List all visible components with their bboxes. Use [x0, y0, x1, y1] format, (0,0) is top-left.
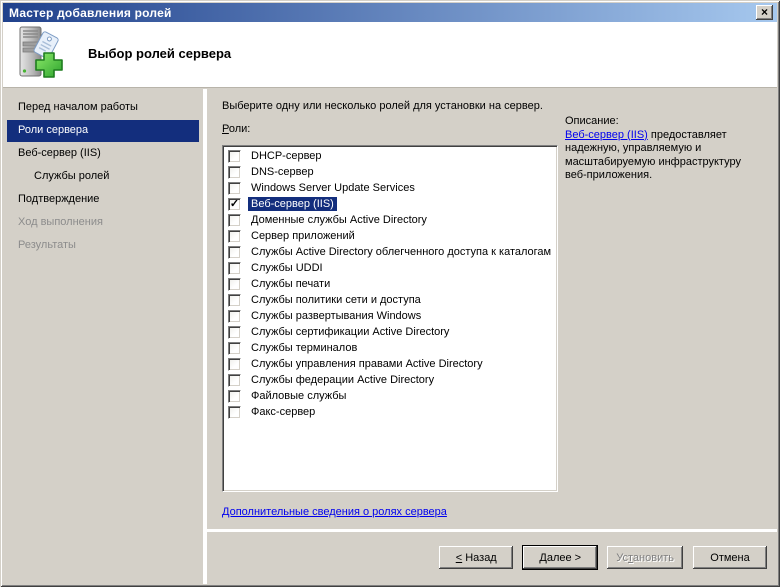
role-row[interactable]: Windows Server Update Services [223, 180, 557, 196]
vertical-divider [203, 89, 207, 584]
checkbox-unchecked[interactable] [228, 149, 241, 163]
sidebar-step: Ход выполнения [18, 216, 103, 228]
role-label: DNS-сервер [251, 166, 314, 178]
roles-listbox[interactable]: DHCP-сервер DNS-сервер Windows Server Upda… [222, 145, 558, 492]
add-roles-wizard-window: Мастер добавления ролей × Выбор ролей се… [0, 0, 780, 587]
checkbox-unchecked[interactable] [228, 261, 241, 275]
role-row[interactable]: Доменные службы Active Directory [223, 212, 557, 228]
checkbox-unchecked[interactable] [228, 165, 241, 179]
description-heading: Описание: [565, 115, 619, 127]
sidebar-step[interactable]: Перед началом работы [7, 97, 199, 119]
role-row[interactable]: Сервер приложений [223, 228, 557, 244]
buttons-divider [207, 529, 777, 532]
description-paragraph: Веб-сервер (IIS) предоставляет надежную,… [565, 129, 763, 183]
checkbox-unchecked[interactable] [228, 277, 241, 291]
role-row[interactable]: Службы федерации Active Directory [223, 372, 557, 388]
role-label: Доменные службы Active Directory [251, 214, 427, 226]
role-label: Веб-сервер (IIS) [248, 197, 337, 211]
checkbox-unchecked[interactable] [228, 293, 241, 307]
role-row[interactable]: Службы сертификации Active Directory [223, 324, 557, 340]
description-panel: Описание: Веб-сервер (IIS) предоставляет… [565, 115, 763, 183]
instruction-text: Выберите одну или несколько ролей для ус… [222, 100, 543, 112]
role-row[interactable]: Факс-сервер [223, 404, 557, 420]
checkbox-unchecked[interactable] [228, 181, 241, 195]
checkbox-unchecked[interactable] [228, 213, 241, 227]
role-label: Службы развертывания Windows [251, 310, 422, 322]
role-row[interactable]: Службы терминалов [223, 340, 557, 356]
checkbox-unchecked[interactable] [228, 357, 241, 371]
role-row[interactable]: Службы печати [223, 276, 557, 292]
role-row[interactable]: ✓ Веб-сервер (IIS) [223, 196, 557, 212]
sidebar-step: Результаты [18, 239, 76, 251]
cancel-button[interactable]: Отмена [693, 546, 767, 569]
role-label: Файловые службы [251, 390, 347, 402]
role-row[interactable]: DHCP-сервер [223, 148, 557, 164]
more-info-link[interactable]: Дополнительные сведения о ролях сервера [222, 506, 447, 518]
sidebar-step[interactable]: Подтверждение [7, 189, 199, 211]
role-label: Сервер приложений [251, 230, 355, 242]
roles-list-label: Роли: [222, 123, 251, 135]
role-row[interactable]: Файловые службы [223, 388, 557, 404]
role-row[interactable]: Службы управления правами Active Directo… [223, 356, 557, 372]
role-row[interactable]: Службы развертывания Windows [223, 308, 557, 324]
role-label: Службы сертификации Active Directory [251, 326, 450, 338]
install-button[interactable]: Установить [607, 546, 683, 569]
checkbox-checked[interactable]: ✓ [228, 197, 241, 211]
back-button[interactable]: < Назад [439, 546, 514, 569]
checkbox-unchecked[interactable] [228, 373, 241, 387]
wizard-buttons: < Назад Далее > Установить Отмена [210, 546, 767, 569]
sidebar-step[interactable]: Веб-сервер (IIS) [7, 143, 199, 165]
checkbox-unchecked[interactable] [228, 309, 241, 323]
role-row[interactable]: Службы Active Directory облегченного дос… [223, 244, 557, 260]
page-title: Выбор ролей сервера [88, 46, 232, 61]
role-label: Службы управления правами Active Directo… [251, 358, 483, 370]
sidebar-step[interactable]: Службы ролей [7, 166, 199, 188]
role-label: Службы UDDI [251, 262, 323, 274]
role-label: Службы Active Directory облегченного дос… [251, 246, 552, 258]
role-label: Windows Server Update Services [251, 182, 415, 194]
checkbox-unchecked[interactable] [228, 245, 241, 259]
role-row[interactable]: Службы политики сети и доступа [223, 292, 557, 308]
role-label: Факс-сервер [251, 406, 316, 418]
role-label: Службы политики сети и доступа [251, 294, 421, 306]
next-button[interactable]: Далее > [523, 546, 598, 569]
role-label: Службы терминалов [251, 342, 358, 354]
titlebar[interactable]: Мастер добавления ролей × [3, 3, 777, 22]
wizard-header: Выбор ролей сервера [3, 22, 777, 88]
role-row[interactable]: DNS-сервер [223, 164, 557, 180]
checkbox-unchecked[interactable] [228, 405, 241, 419]
window-title: Мастер добавления ролей [9, 5, 172, 20]
wizard-steps: Перед началом работы Роли сервера Веб-серв… [3, 89, 203, 584]
role-label: DHCP-сервер [251, 150, 322, 162]
more-info-link-wrap: Дополнительные сведения о ролях сервера [222, 502, 447, 520]
checkbox-unchecked[interactable] [228, 389, 241, 403]
checkbox-unchecked[interactable] [228, 325, 241, 339]
checkbox-unchecked[interactable] [228, 229, 241, 243]
close-button[interactable]: × [756, 5, 773, 20]
checkbox-unchecked[interactable] [228, 341, 241, 355]
role-label: Службы федерации Active Directory [251, 374, 435, 386]
role-label: Службы печати [251, 278, 331, 290]
role-row[interactable]: Службы UDDI [223, 260, 557, 276]
server-add-role-icon [15, 26, 73, 87]
role-description-link[interactable]: Веб-сервер (IIS) [565, 129, 648, 141]
sidebar-step[interactable]: Роли сервера [7, 120, 199, 142]
